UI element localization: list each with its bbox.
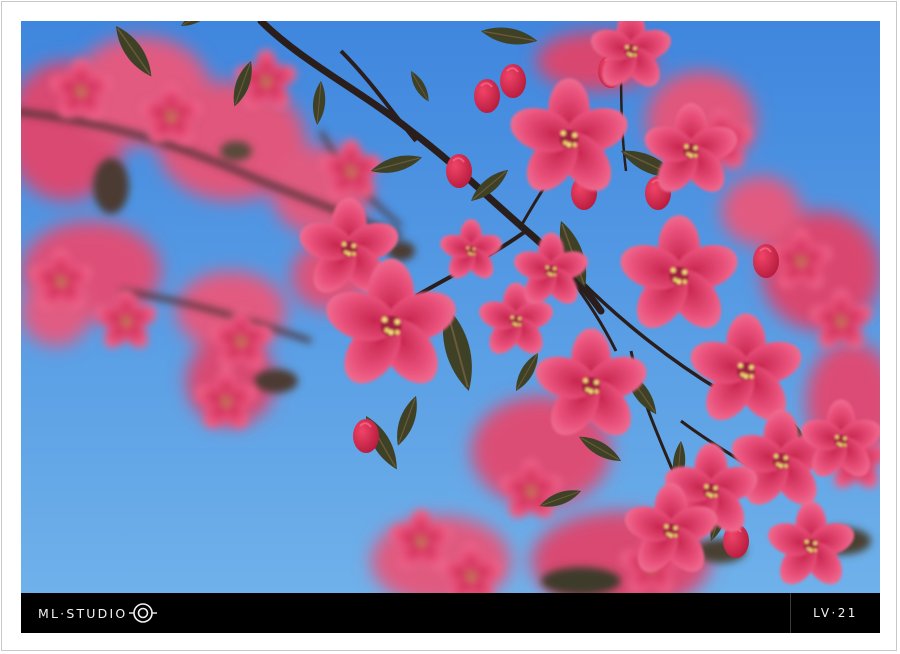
- photo-code-box: LV·21: [790, 593, 880, 633]
- photo-code: LV·21: [813, 606, 858, 620]
- camera-lens-icon: [129, 603, 158, 623]
- blossom-scene: [21, 21, 880, 593]
- blossom-photo: [21, 21, 880, 593]
- studio-name: ML·STUDIO: [38, 605, 128, 621]
- watermark-bar: ML·STUDIO LV·21: [21, 593, 880, 633]
- studio-logo: ML·STUDIO: [38, 601, 158, 625]
